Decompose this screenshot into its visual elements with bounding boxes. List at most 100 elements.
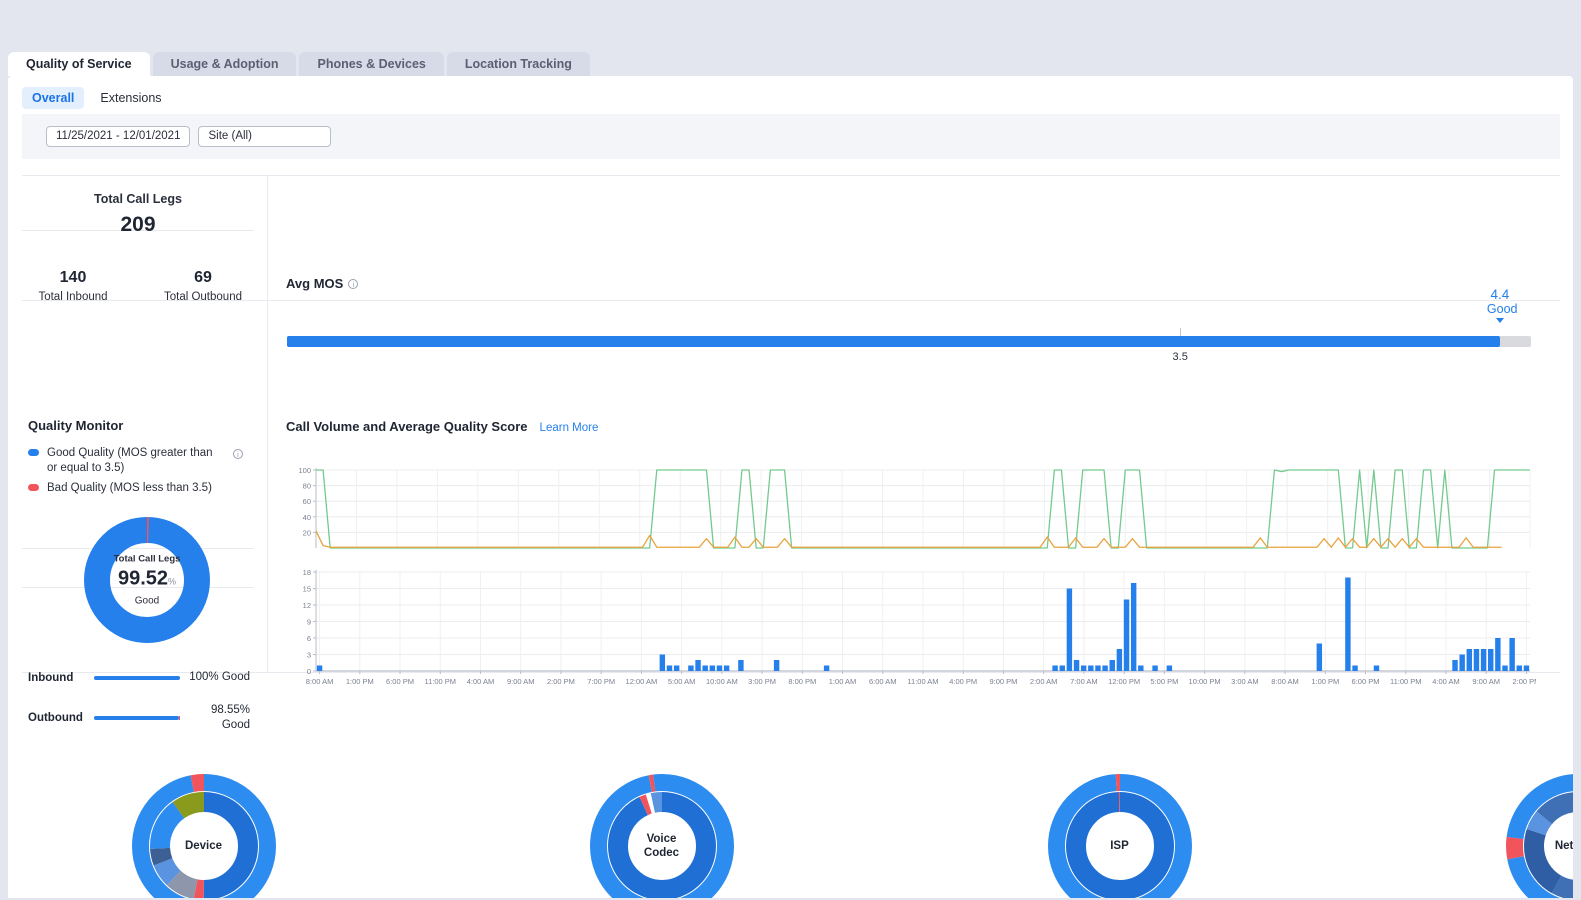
bar bbox=[717, 666, 722, 672]
x-axis-tick-label: 5:00 AM bbox=[668, 677, 696, 686]
x-axis-tick-label: 8:00 AM bbox=[306, 677, 334, 686]
y-axis-tick-label: 3 bbox=[307, 651, 311, 660]
x-axis-tick-label: 12:00 AM bbox=[626, 677, 658, 686]
legend-dot-good-icon bbox=[28, 449, 39, 456]
legend-bad-quality-label: Bad Quality (MOS less than 3.5) bbox=[47, 481, 212, 496]
bar bbox=[1052, 666, 1057, 672]
breakdown-center-label-line: Device bbox=[169, 839, 239, 853]
direction-row-inbound: Inbound 100% Good bbox=[28, 658, 250, 697]
bar bbox=[688, 666, 693, 672]
bar bbox=[1138, 666, 1143, 672]
x-axis-tick-label: 2:00 AM bbox=[1030, 677, 1058, 686]
tab-quality-of-service[interactable]: Quality of Service bbox=[8, 52, 150, 76]
donut-center-title: Total Call Legs bbox=[102, 554, 192, 565]
series-line bbox=[316, 531, 1502, 547]
y-axis-tick-label: 60 bbox=[303, 497, 311, 506]
site-filter-select[interactable]: Site (All) bbox=[198, 126, 331, 147]
bar bbox=[724, 666, 729, 672]
breakdown-donut-svg bbox=[1046, 772, 1194, 898]
breakdown-donut-svg bbox=[130, 772, 278, 898]
inbound-bar bbox=[86, 676, 188, 680]
total-outbound-label: Total Outbound bbox=[138, 291, 268, 303]
tab-usage-adoption[interactable]: Usage & Adoption bbox=[153, 52, 297, 76]
y-axis-tick-label: 6 bbox=[307, 634, 311, 643]
tab-location-tracking[interactable]: Location Tracking bbox=[447, 52, 590, 76]
bar bbox=[1317, 644, 1322, 672]
avg-mos-track bbox=[287, 336, 1531, 347]
x-axis-tick-label: 7:00 AM bbox=[1070, 677, 1098, 686]
donut-center-number: 99.52 bbox=[118, 568, 168, 590]
total-call-legs-value: 209 bbox=[8, 213, 268, 237]
bar bbox=[667, 666, 672, 672]
x-axis-tick-label: 3:00 PM bbox=[748, 677, 776, 686]
y-axis-tick-label: 20 bbox=[303, 528, 311, 537]
x-axis-tick-label: 1:00 PM bbox=[1311, 677, 1339, 686]
donut-center-unit: % bbox=[168, 577, 176, 587]
bar bbox=[1452, 660, 1457, 671]
bar bbox=[695, 660, 700, 671]
x-axis-tick-label: 10:00 PM bbox=[1189, 677, 1221, 686]
outbound-bar bbox=[86, 716, 188, 720]
bar bbox=[317, 666, 322, 672]
outbound-bar-fill bbox=[94, 716, 179, 720]
date-range-picker[interactable]: 11/25/2021 - 12/01/2021 bbox=[46, 126, 190, 147]
bar bbox=[1167, 666, 1172, 672]
subtab-extensions[interactable]: Extensions bbox=[90, 87, 171, 109]
bar bbox=[1459, 655, 1464, 672]
x-axis-tick-label: 10:00 AM bbox=[706, 677, 738, 686]
bar bbox=[1352, 666, 1357, 672]
inbound-value: 100% Good bbox=[188, 670, 250, 684]
breakdown-center-label-line: Codec bbox=[627, 846, 697, 860]
legend-good-quality-label: Good Quality (MOS greater than or equal … bbox=[47, 446, 225, 477]
y-axis-tick-label: 15 bbox=[303, 585, 311, 594]
x-axis-tick-label: 8:00 PM bbox=[788, 677, 816, 686]
bar bbox=[774, 660, 779, 671]
main-tab-strip: Quality of Service Usage & Adoption Phon… bbox=[0, 52, 590, 76]
x-axis-tick-label: 11:00 PM bbox=[1390, 677, 1422, 686]
outbound-value: 98.55% Good bbox=[188, 703, 250, 732]
bar bbox=[660, 655, 665, 672]
x-axis-tick-label: 11:00 PM bbox=[424, 677, 456, 686]
avg-mos-title-text: Avg MOS bbox=[286, 276, 343, 291]
outbound-bar-bad bbox=[179, 716, 180, 720]
x-axis-tick-label: 3:00 AM bbox=[1231, 677, 1259, 686]
breakdown-donut-svg bbox=[1504, 772, 1574, 898]
donut-center-sub: Good bbox=[102, 596, 192, 607]
info-icon[interactable]: i bbox=[348, 279, 358, 289]
avg-mos-rating: Good bbox=[1487, 303, 1513, 317]
breakdown-isp: ISPother99% Good Quality bbox=[924, 764, 1315, 898]
quality-score-line-chart: 20406080100 bbox=[286, 464, 1536, 556]
outbound-direction-label: Outbound bbox=[28, 712, 86, 724]
avg-mos-fill bbox=[287, 336, 1500, 347]
breakdown-center-label-line: ISP bbox=[1085, 839, 1155, 853]
bar bbox=[1467, 649, 1472, 671]
sub-tab-strip: Overall Extensions bbox=[22, 87, 172, 109]
y-axis-tick-label: 0 bbox=[307, 667, 311, 676]
caret-down-icon bbox=[1496, 318, 1504, 323]
bar bbox=[1488, 649, 1493, 671]
tab-phones-devices[interactable]: Phones & Devices bbox=[299, 52, 443, 76]
bar bbox=[1124, 600, 1129, 672]
filter-bar: 11/25/2021 - 12/01/2021 Site (All) bbox=[22, 114, 1560, 159]
bar bbox=[1495, 638, 1500, 671]
legend-bad-quality: Bad Quality (MOS less than 3.5) bbox=[28, 481, 212, 496]
bar bbox=[1060, 666, 1065, 672]
bar bbox=[1474, 649, 1479, 671]
subtab-overall[interactable]: Overall bbox=[22, 87, 84, 109]
bar bbox=[1067, 589, 1072, 672]
breakdown-center-label: ISP bbox=[1085, 839, 1155, 853]
breakdown-row: DeviceWindows_Client100% Good Quality Vo… bbox=[8, 764, 1573, 898]
x-axis-tick-label: 6:00 AM bbox=[869, 677, 897, 686]
x-axis-tick-label: 9:00 PM bbox=[989, 677, 1017, 686]
quality-donut-center: Total Call Legs 99.52% Good bbox=[102, 554, 192, 607]
inbound-bar-fill bbox=[94, 676, 180, 680]
bar bbox=[1081, 666, 1086, 672]
donut-center-value: 99.52% bbox=[102, 568, 192, 591]
legend-info-icon[interactable]: i bbox=[233, 449, 243, 459]
avg-mos-marker: 4.4 Good bbox=[1487, 288, 1513, 323]
breakdown-center-label: Device bbox=[169, 839, 239, 853]
breakdown-device: DeviceWindows_Client100% Good Quality bbox=[8, 764, 399, 898]
x-axis-tick-label: 1:00 AM bbox=[829, 677, 857, 686]
bar bbox=[1131, 583, 1136, 671]
learn-more-link[interactable]: Learn More bbox=[540, 422, 599, 434]
